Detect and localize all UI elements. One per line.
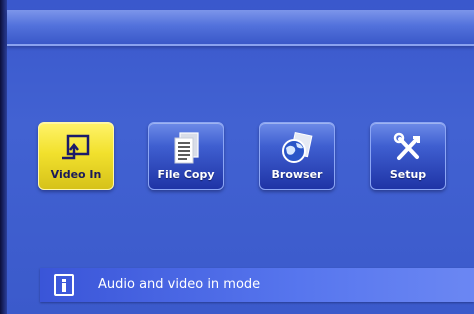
menu-item-label: Setup	[389, 168, 427, 181]
menu-item-label: Video In	[50, 168, 102, 181]
main-menu: Video In File Copy Browser Setup	[0, 122, 474, 192]
setup-tools-icon	[390, 131, 426, 165]
menu-item-setup[interactable]: Setup	[370, 122, 446, 190]
menu-item-label: Browser	[271, 168, 323, 181]
browser-globe-icon	[279, 131, 315, 165]
menu-item-browser[interactable]: Browser	[259, 122, 335, 190]
screen: Video In File Copy Browser Setup Audio a…	[0, 0, 474, 314]
file-copy-icon	[168, 131, 204, 165]
status-text: Audio and video in mode	[98, 277, 261, 292]
header-bar	[7, 10, 474, 46]
menu-item-label: File Copy	[157, 168, 215, 181]
menu-item-video-in[interactable]: Video In	[38, 122, 114, 190]
status-bar: Audio and video in mode	[40, 268, 474, 302]
menu-item-file-copy[interactable]: File Copy	[148, 122, 224, 190]
info-icon	[54, 274, 74, 296]
video-in-icon	[58, 131, 94, 165]
